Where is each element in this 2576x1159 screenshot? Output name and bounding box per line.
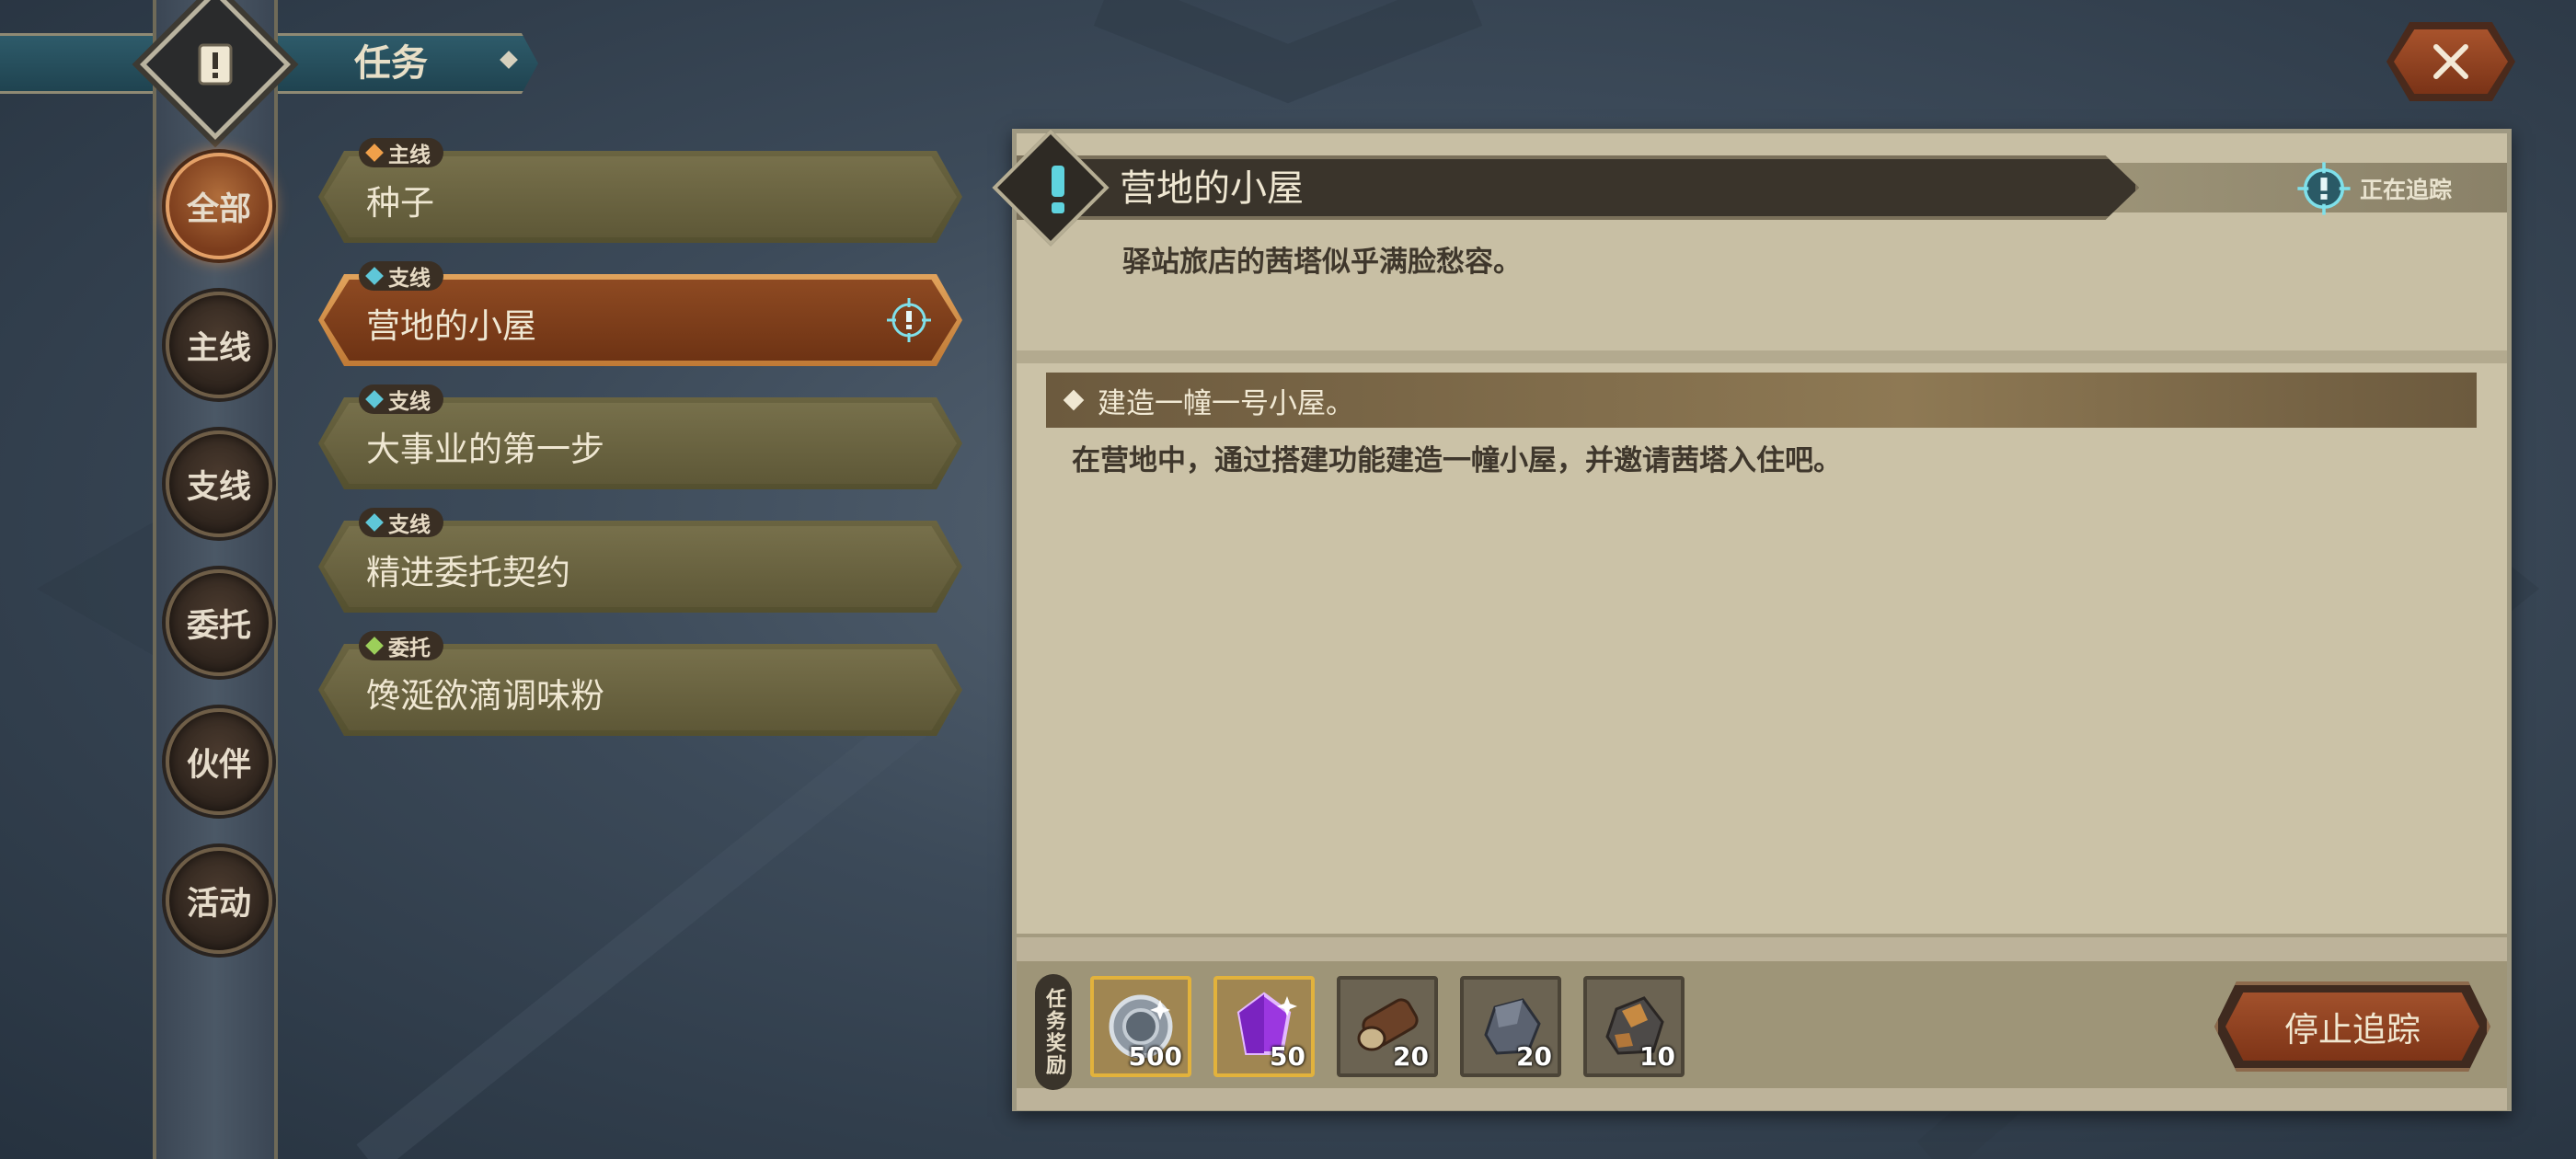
detail-title: 营地的小屋 (1120, 167, 1304, 210)
quest-type-tag: 支线 (359, 384, 443, 414)
quest-label: 馋涎欲滴调味粉 (366, 676, 604, 716)
objective-diamond-icon (1063, 389, 1085, 411)
quest-label: 精进委托契约 (366, 553, 570, 592)
category-event-button[interactable]: 活动 (166, 847, 272, 954)
quest-item-seed[interactable]: 种子 主线 (318, 138, 962, 243)
quest-label: 种子 (366, 183, 434, 223)
tracking-target-icon (887, 298, 931, 342)
reward-count: 20 (1516, 1041, 1552, 1072)
reward-count: 10 (1639, 1041, 1675, 1072)
reward-count: 500 (1128, 1041, 1182, 1072)
quest-type-tag: 委托 (359, 631, 443, 660)
tag-diamond-icon (365, 143, 384, 162)
category-side-button[interactable]: 支线 (166, 430, 272, 537)
detail-subtitle: 驿站旅店的茜塔似乎满脸愁容。 (1122, 246, 1522, 279)
category-commission-button[interactable]: 委托 (166, 569, 272, 676)
reward-item-copper-ore[interactable]: 10 (1583, 976, 1685, 1077)
quest-detail-panel: 营地的小屋 正在追踪 驿站旅店的茜塔似乎满脸愁容。 建造一幢一号小屋。 在营地中… (992, 129, 2512, 1111)
tag-diamond-icon (365, 513, 384, 532)
quest-item-contract[interactable]: 精进委托契约 支线 (318, 508, 962, 613)
page-title: 任务 (354, 42, 428, 85)
stop-tracking-button[interactable]: 停止追踪 (2214, 981, 2490, 1072)
objective-bar: 建造一幢一号小屋。 (1046, 373, 2477, 428)
reward-count: 20 (1393, 1041, 1429, 1072)
objective-text: 建造一幢一号小屋。 (1098, 386, 1354, 420)
category-main-button[interactable]: 主线 (166, 292, 272, 398)
reward-item-wood-log[interactable]: 20 (1337, 976, 1438, 1077)
reward-label: 任务奖励 (1035, 974, 1072, 1090)
category-companion-button[interactable]: 伙伴 (166, 708, 272, 815)
tag-diamond-icon (365, 390, 384, 408)
objective-description: 在营地中，通过搭建功能建造一幢小屋，并邀请茜塔入住吧。 (1072, 444, 1842, 477)
reward-item-stone-ore[interactable]: 20 (1460, 976, 1561, 1077)
quest-item-seasoning[interactable]: 馋涎欲滴调味粉 委托 (318, 631, 962, 736)
reward-count: 50 (1270, 1041, 1305, 1072)
quest-label: 营地的小屋 (366, 306, 536, 346)
tracking-status-label: 正在追踪 (2360, 177, 2453, 203)
exclamation-icon (1024, 155, 1092, 224)
quest-item-camp-cabin[interactable]: 营地的小屋 支线 (318, 261, 962, 366)
tag-diamond-icon (365, 267, 384, 285)
reward-item-purple-crystal[interactable]: 50 (1213, 976, 1315, 1077)
quest-type-tag: 支线 (359, 261, 443, 291)
quest-label: 大事业的第一步 (366, 430, 604, 469)
quest-type-tag: 支线 (359, 508, 443, 537)
close-icon (2433, 44, 2468, 79)
quest-type-tag: 主线 (359, 138, 443, 167)
tracking-status-badge: 正在追踪 (2295, 162, 2453, 215)
quest-scroll-icon (190, 39, 241, 90)
tag-diamond-icon (365, 637, 384, 655)
category-all-button[interactable]: 全部 (166, 153, 272, 259)
stop-tracking-label: 停止追踪 (2225, 993, 2479, 1061)
quest-item-first-step[interactable]: 大事业的第一步 支线 (318, 384, 962, 489)
tracking-target-icon (2297, 162, 2351, 215)
reward-bar: 任务奖励 500 50 20 20 10 停止追踪 (1017, 934, 2507, 1110)
close-button[interactable] (2386, 22, 2515, 101)
reward-item-silver-coin[interactable]: 500 (1090, 976, 1191, 1077)
